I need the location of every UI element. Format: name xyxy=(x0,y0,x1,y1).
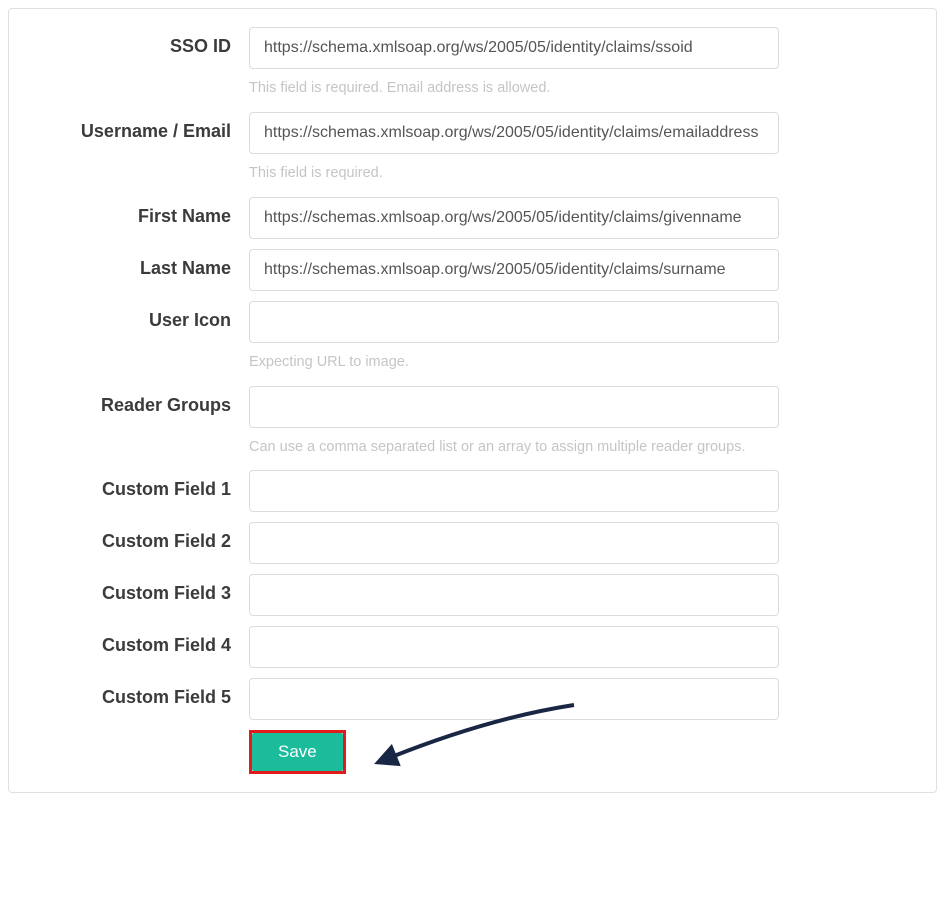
label-reader-groups: Reader Groups xyxy=(39,386,249,416)
row-reader-groups: Reader Groups Can use a comma separated … xyxy=(39,386,906,461)
label-first-name: First Name xyxy=(39,197,249,227)
input-custom-5[interactable] xyxy=(249,678,779,720)
row-custom-1: Custom Field 1 xyxy=(39,470,906,512)
input-sso-id[interactable] xyxy=(249,27,779,69)
input-user-icon[interactable] xyxy=(249,301,779,343)
help-reader-groups: Can use a comma separated list or an arr… xyxy=(249,438,779,457)
row-save: Save xyxy=(39,730,906,774)
label-custom-3: Custom Field 3 xyxy=(39,574,249,604)
help-sso-id: This field is required. Email address is… xyxy=(249,79,779,98)
form-panel: SSO ID This field is required. Email add… xyxy=(8,8,937,793)
input-custom-4[interactable] xyxy=(249,626,779,668)
label-custom-1: Custom Field 1 xyxy=(39,470,249,500)
input-custom-1[interactable] xyxy=(249,470,779,512)
help-username-email: This field is required. xyxy=(249,164,779,183)
input-custom-3[interactable] xyxy=(249,574,779,616)
help-user-icon: Expecting URL to image. xyxy=(249,353,779,372)
label-custom-5: Custom Field 5 xyxy=(39,678,249,708)
label-user-icon: User Icon xyxy=(39,301,249,331)
input-custom-2[interactable] xyxy=(249,522,779,564)
row-first-name: First Name xyxy=(39,197,906,239)
input-username-email[interactable] xyxy=(249,112,779,154)
save-button[interactable]: Save xyxy=(252,733,343,771)
label-last-name: Last Name xyxy=(39,249,249,279)
row-sso-id: SSO ID This field is required. Email add… xyxy=(39,27,906,102)
input-last-name[interactable] xyxy=(249,249,779,291)
label-custom-4: Custom Field 4 xyxy=(39,626,249,656)
row-last-name: Last Name xyxy=(39,249,906,291)
input-first-name[interactable] xyxy=(249,197,779,239)
label-username-email: Username / Email xyxy=(39,112,249,142)
row-username-email: Username / Email This field is required. xyxy=(39,112,906,187)
label-custom-2: Custom Field 2 xyxy=(39,522,249,552)
row-custom-4: Custom Field 4 xyxy=(39,626,906,668)
row-custom-5: Custom Field 5 xyxy=(39,678,906,720)
annotation-highlight-box: Save xyxy=(249,730,346,774)
row-user-icon: User Icon Expecting URL to image. xyxy=(39,301,906,376)
label-sso-id: SSO ID xyxy=(39,27,249,57)
input-reader-groups[interactable] xyxy=(249,386,779,428)
row-custom-2: Custom Field 2 xyxy=(39,522,906,564)
row-custom-3: Custom Field 3 xyxy=(39,574,906,616)
